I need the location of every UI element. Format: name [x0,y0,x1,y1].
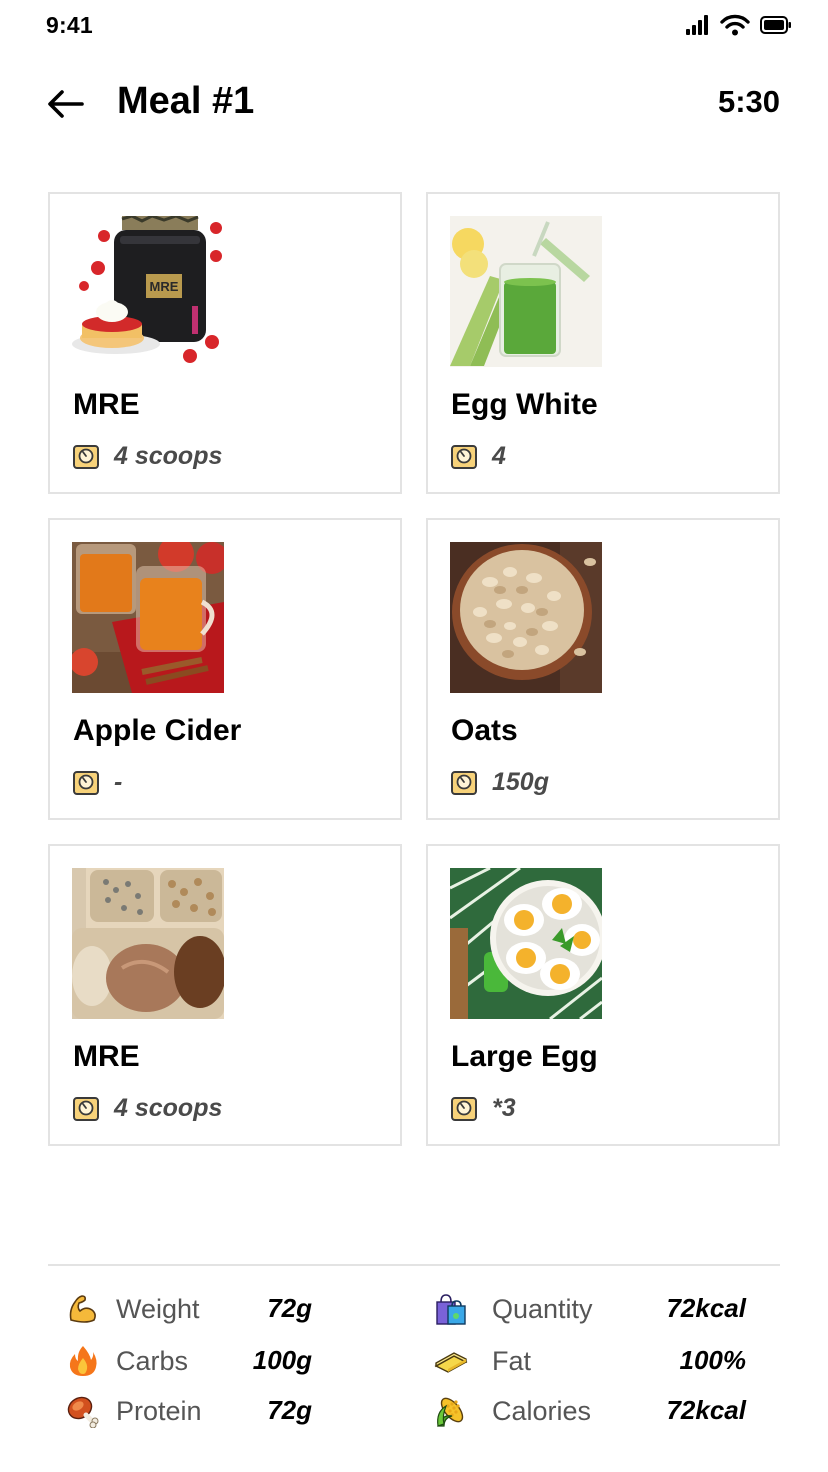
food-name: MRE [73,1040,140,1073]
scale-icon [451,770,477,795]
food-quantity: 4 scoops [114,442,223,470]
quantity-row: *3 [450,1094,516,1123]
wifi-icon [720,14,750,36]
apple-cider-photo [72,542,224,693]
food-card[interactable]: MRE 4 scoops [48,844,402,1146]
summary-divider [48,1264,780,1266]
scale-icon [73,444,99,469]
stat-label: Fat [492,1346,532,1376]
food-name: Oats [451,714,518,747]
quantity-row: 4 [450,442,506,471]
food-card[interactable]: Oats 150g [426,518,780,820]
food-name: Egg White [451,388,598,421]
food-quantity: 4 [492,442,506,470]
status-time: 9:41 [46,12,93,38]
stat-label: Weight [116,1294,200,1324]
stat-value: 72kcal [666,1395,746,1425]
food-name: Large Egg [451,1040,598,1073]
quantity-row: - [72,768,122,797]
green-juice-photo [450,216,602,367]
stat-label: Quantity [492,1294,593,1324]
boiled-eggs-photo [450,868,602,1019]
stat-quantity: Quantity 72kcal [434,1290,750,1330]
status-icons [686,14,792,36]
food-grid: MRE MRE 4 scoops Egg White 4 Apple Cider… [48,192,780,1146]
cellular-signal-icon [686,15,708,35]
scale-icon [73,1096,99,1121]
flexed-bicep-icon [69,1295,96,1323]
food-quantity: - [114,768,123,796]
fire-icon [69,1346,97,1376]
food-quantity: 150g [492,768,549,796]
battery-icon [760,16,791,34]
stat-value: 72kcal [666,1293,746,1323]
stat-label: Carbs [116,1346,189,1376]
arrow-left-icon [48,90,84,118]
stat-value: 72g [267,1293,312,1323]
food-quantity: *3 [492,1094,516,1122]
stat-label: Calories [492,1396,592,1426]
protein-tub-photo: MRE [72,216,224,367]
food-quantity: 4 scoops [114,1094,223,1122]
status-bar: 9:41 [0,0,828,52]
meal-tray-photo [72,868,224,1019]
food-card[interactable]: Egg White 4 [426,192,780,494]
stat-value: 100% [679,1345,747,1375]
stat-weight: Weight 72g [66,1290,316,1330]
stat-value: 72g [267,1395,312,1425]
meal-timer: 5:30 [717,84,780,119]
food-card[interactable]: MRE MRE 4 scoops [48,192,402,494]
food-card[interactable]: Large Egg *3 [426,844,780,1146]
page-title: Meal #1 [117,80,255,122]
svg-text:MRE: MRE [150,279,179,294]
quantity-row: 4 scoops [72,1094,222,1123]
corn-icon [437,1397,464,1427]
oats-bowl-photo [450,542,602,693]
stat-carbs: Carbs 100g [66,1342,316,1382]
back-button[interactable] [46,84,86,124]
stat-label: Protein [116,1396,202,1426]
meat-on-bone-icon [67,1396,99,1428]
shopping-bags-icon [436,1294,466,1325]
header: Meal #1 5:30 [0,70,828,140]
butter-icon [434,1352,468,1373]
scale-icon [73,770,99,795]
food-card[interactable]: Apple Cider - [48,518,402,820]
stat-calories: Calories 72kcal [434,1392,750,1432]
scale-icon [451,444,477,469]
stat-value: 100g [252,1345,312,1375]
food-name: Apple Cider [73,714,242,747]
scale-icon [451,1096,477,1121]
quantity-row: 4 scoops [72,442,222,471]
stat-protein: Protein 72g [66,1392,316,1432]
stat-fat: Fat 100% [434,1342,750,1382]
quantity-row: 150g [450,768,549,797]
food-name: MRE [73,388,140,421]
